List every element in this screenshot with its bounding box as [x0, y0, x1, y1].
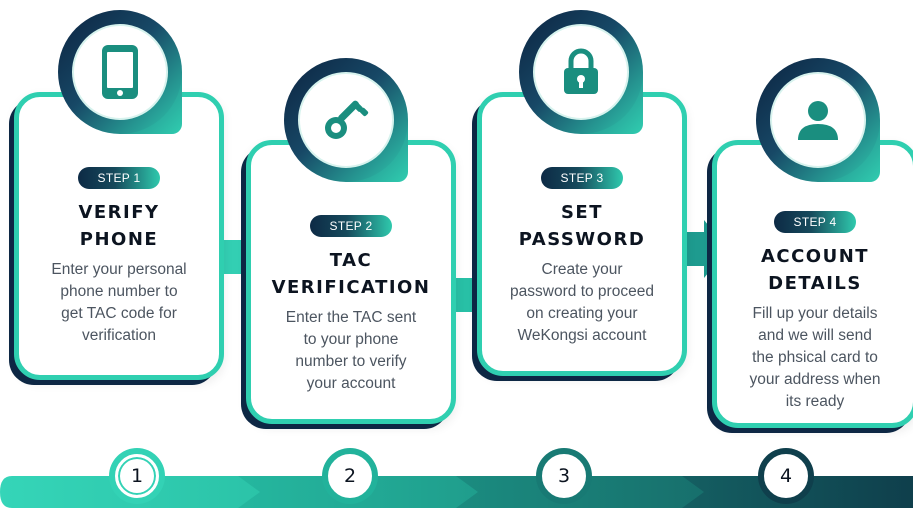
step-description: Fill up your details and we will send th…: [717, 303, 913, 413]
timeline-node-number: 1: [130, 465, 144, 487]
step-badge: STEP 2: [309, 215, 393, 237]
timeline-node-4: 4: [764, 454, 808, 498]
step-title-line: PASSWORD: [518, 229, 646, 250]
step-title: ACCOUNT DETAILS: [717, 243, 913, 297]
timeline-node-number: 4: [779, 465, 793, 487]
icon-circle-1: [58, 10, 182, 134]
desc-line: get TAC code for: [61, 305, 177, 322]
desc-line: your account: [306, 375, 396, 392]
step-title-line: PHONE: [79, 229, 159, 250]
step-badge: STEP 4: [773, 211, 857, 233]
timeline-node-number: 2: [343, 465, 357, 487]
desc-line: Fill up your details: [752, 305, 878, 322]
phone-icon: [102, 45, 138, 99]
step-title-line: ACCOUNT: [760, 246, 870, 267]
step-title: TAC VERIFICATION: [251, 247, 451, 301]
desc-line: to your phone: [303, 331, 399, 348]
step-description: Enter your personal phone number to get …: [19, 259, 219, 347]
step-title: SET PASSWORD: [482, 199, 682, 253]
desc-line: phone number to: [60, 283, 178, 300]
icon-circle-3: [519, 10, 643, 134]
step-card-4: STEP 4 ACCOUNT DETAILS Fill up your deta…: [712, 140, 913, 428]
step-title-line: VERIFY: [78, 202, 160, 223]
step-title: VERIFY PHONE: [19, 199, 219, 253]
icon-circle-inner: [298, 72, 394, 168]
timeline-node-number: 3: [557, 465, 571, 487]
desc-line: your address when: [749, 371, 881, 388]
user-icon: [798, 101, 838, 140]
icon-circle-2: [284, 58, 408, 182]
icon-circle-inner: [72, 24, 168, 120]
desc-line: WeKongsi account: [517, 327, 647, 344]
icon-circle-inner: [770, 72, 866, 168]
desc-line: verification: [81, 327, 157, 344]
step-card-3: STEP 3 SET PASSWORD Create your password…: [477, 92, 687, 376]
step-title-line: SET: [560, 202, 604, 223]
timeline-node-2: 2: [328, 454, 372, 498]
desc-line: number to verify: [295, 353, 407, 370]
step-badge: STEP 3: [540, 167, 624, 189]
step-title-line: DETAILS: [768, 273, 862, 294]
step-card-1: STEP 1 VERIFY PHONE Enter your personal …: [14, 92, 224, 380]
step-description: Enter the TAC sent to your phone number …: [251, 307, 451, 395]
step-description: Create your password to proceed on creat…: [482, 259, 682, 347]
desc-line: Enter your personal: [51, 261, 187, 278]
icon-circle-inner: [533, 24, 629, 120]
desc-line: its ready: [785, 393, 845, 410]
key-icon: [325, 100, 369, 139]
desc-line: Enter the TAC sent: [285, 309, 417, 326]
desc-line: password to proceed: [510, 283, 654, 300]
desc-line: Create your: [541, 261, 623, 278]
lock-icon: [564, 48, 598, 94]
step-title-line: VERIFICATION: [271, 277, 431, 298]
timeline-node-3: 3: [542, 454, 586, 498]
step-card-2: STEP 2 TAC VERIFICATION Enter the TAC se…: [246, 140, 456, 424]
step-title-line: TAC: [329, 250, 373, 271]
timeline-node-1: 1: [115, 454, 159, 498]
step-badge: STEP 1: [77, 167, 161, 189]
desc-line: and we will send: [758, 327, 872, 344]
desc-line: the phsical card to: [752, 349, 878, 366]
desc-line: on creating your: [526, 305, 638, 322]
icon-circle-4: [756, 58, 880, 182]
